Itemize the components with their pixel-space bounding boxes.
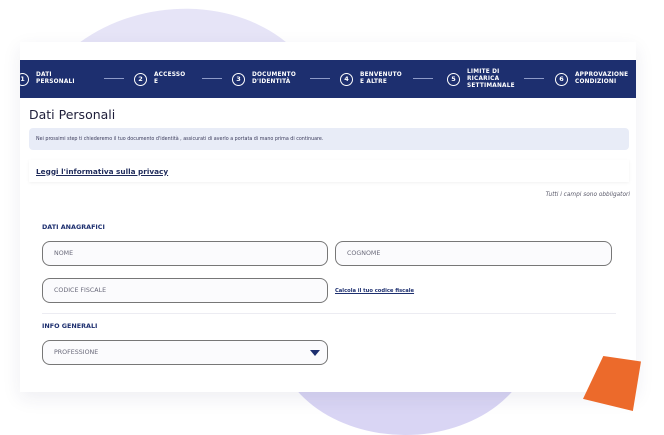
professione-value: PROFESSIONE [54,349,99,356]
nome-field[interactable]: NOME [42,241,328,266]
step-label: DATI PERSONALI [36,72,75,85]
step-5[interactable]: 5 LIMITE DI RICARICA SETTIMANALE [447,60,515,98]
step-connector [524,78,544,79]
step-label: ACCESSO E [154,72,186,85]
step-label: LIMITE DI RICARICA SETTIMANALE [467,68,515,89]
step-6[interactable]: 6 APPROVAZIONE CONDIZIONI [555,60,635,98]
step-number: 3 [232,72,245,86]
section-heading-info-generali: INFO GENERALI [42,322,98,330]
professione-select[interactable]: PROFESSIONE [42,340,328,365]
step-number: 2 [134,72,147,86]
registration-card: 1 DATI PERSONALI 2 ACCESSO E 3 DOCUMENTO… [20,42,636,392]
cognome-placeholder: COGNOME [347,250,381,257]
page-title: Dati Personali [29,107,116,122]
step-connector [202,78,222,79]
cognome-field[interactable]: COGNOME [335,241,612,266]
step-number: 6 [555,72,568,86]
nome-placeholder: NOME [54,250,74,257]
step-connector [413,78,433,79]
section-divider [42,313,616,314]
step-label: BENVENUTO E ALTRE [360,72,402,85]
required-fields-note: Tutti i campi sono obbligatori [545,192,630,198]
info-banner: Nei prossimi step ti chiederemo il tuo d… [29,128,629,150]
calcola-codice-fiscale-link[interactable]: Calcola il tuo codice fiscale [335,288,414,294]
step-label: APPROVAZIONE CONDIZIONI [575,72,629,85]
step-1[interactable]: 1 DATI PERSONALI [20,60,75,98]
codice-fiscale-field[interactable]: CODICE FISCALE [42,278,328,303]
step-2[interactable]: 2 ACCESSO E [134,60,188,98]
step-4[interactable]: 4 BENVENUTO E ALTRE [340,60,406,98]
step-number: 4 [340,72,353,86]
privacy-section: Leggi l'informativa sulla privacy [29,160,629,182]
section-heading-anagrafici: DATI ANAGRAFICI [42,223,105,231]
step-number: 5 [447,72,460,86]
step-connector [104,78,124,79]
privacy-link[interactable]: Leggi l'informativa sulla privacy [36,167,168,176]
codice-fiscale-placeholder: CODICE FISCALE [54,287,107,294]
info-text: Nei prossimi step ti chiederemo il tuo d… [36,136,324,142]
step-connector [310,78,330,79]
progress-stepper: 1 DATI PERSONALI 2 ACCESSO E 3 DOCUMENTO… [20,60,636,98]
step-number: 1 [20,72,29,86]
chevron-down-icon [310,350,320,356]
step-label: DOCUMENTO D'IDENTITÀ [252,72,296,85]
step-3[interactable]: 3 DOCUMENTO D'IDENTITÀ [232,60,304,98]
